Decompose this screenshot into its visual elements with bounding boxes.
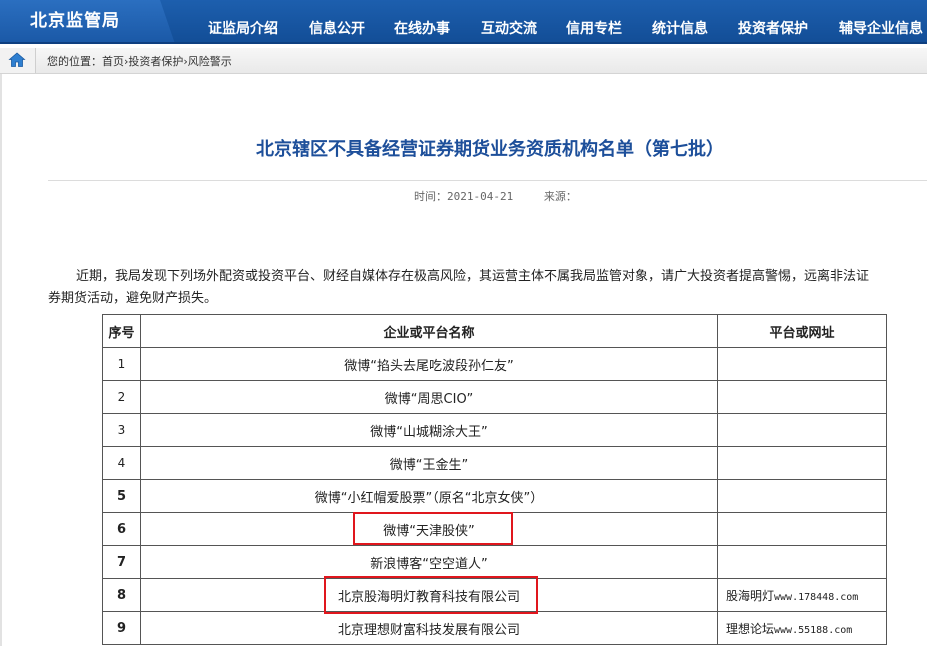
table-row: 9 北京理想财富科技发展有限公司 理想论坛www.55188.com — [102, 611, 887, 645]
table-row: 1 微博“掐头去尾吃波段孙仁友” — [102, 347, 887, 381]
header-number: 序号 — [102, 314, 141, 348]
nav-item-credit[interactable]: 信用专栏 — [566, 18, 622, 38]
nav-item-about[interactable]: 证监局介绍 — [208, 18, 278, 38]
row-name: 微博“掐头去尾吃波段孙仁友” — [140, 347, 718, 381]
nav-item-investor[interactable]: 投资者保护 — [738, 18, 808, 38]
row-name: 微博“天津股侠” — [140, 512, 718, 546]
nav-divider — [0, 42, 927, 44]
row-name: 北京理想财富科技发展有限公司 — [140, 611, 718, 645]
header-name: 企业或平台名称 — [140, 314, 718, 348]
row-site — [717, 479, 887, 513]
row-name: 北京股海明灯教育科技有限公司 — [140, 578, 718, 612]
nav-item-disclosure[interactable]: 信息公开 — [309, 18, 365, 38]
table-row: 7 新浪博客“空空道人” — [102, 545, 887, 579]
table-row: 5 微博“小红帽爱股票”（原名“北京女侠”） — [102, 479, 887, 513]
table-row: 3 微博“山城糊涂大王” — [102, 413, 887, 447]
site-logo[interactable]: 北京监管局 — [30, 6, 120, 31]
row-name: 微博“小红帽爱股票”（原名“北京女侠”） — [140, 479, 718, 513]
nav-item-online[interactable]: 在线办事 — [394, 18, 450, 38]
row-number: 9 — [102, 611, 141, 645]
nav-item-interaction[interactable]: 互动交流 — [481, 18, 537, 38]
row-number: 8 — [102, 578, 141, 612]
table-row: 2 微博“周思CIO” — [102, 380, 887, 414]
row-number: 3 — [102, 413, 141, 447]
row-site: 理想论坛www.55188.com — [717, 611, 887, 645]
title-divider — [48, 180, 927, 181]
row-name: 新浪博客“空空道人” — [140, 545, 718, 579]
home-icon — [8, 52, 26, 67]
row-site — [717, 446, 887, 480]
row-number: 1 — [102, 347, 141, 381]
row-site — [717, 512, 887, 546]
breadcrumb-bar: 您的位置：首页›投资者保护›风险警示 — [0, 48, 927, 74]
row-site — [717, 347, 887, 381]
header-site: 平台或网址 — [717, 314, 887, 348]
institution-table: 序号 企业或平台名称 平台或网址 1 微博“掐头去尾吃波段孙仁友” 2 微博“周… — [102, 314, 887, 645]
table-header-row: 序号 企业或平台名称 平台或网址 — [102, 314, 887, 348]
row-site — [717, 413, 887, 447]
intro-line-2: 券期货活动，避免财产损失。 — [48, 291, 218, 306]
row-name: 微博“山城糊涂大王” — [140, 413, 718, 447]
intro-line-1: 近期，我局发现下列场外配资或投资平台、财经自媒体存在极高风险，其运营主体不属我局… — [76, 269, 870, 284]
site-url[interactable]: www.55188.com — [774, 625, 852, 636]
nav-item-guidance[interactable]: 辅导企业信息 — [839, 18, 923, 38]
article-title: 北京辖区不具备经营证券期货业务资质机构名单（第七批） — [256, 139, 724, 160]
row-site — [717, 545, 887, 579]
row-site: 股海明灯www.178448.com — [717, 578, 887, 612]
article-meta: 时间：2021-04-21 来源： — [414, 188, 577, 204]
home-button[interactable] — [0, 48, 36, 73]
row-number: 2 — [102, 380, 141, 414]
breadcrumb: 您的位置：首页›投资者保护›风险警示 — [47, 55, 232, 68]
table-row: 4 微博“王金生” — [102, 446, 887, 480]
nav-item-statistics[interactable]: 统计信息 — [652, 18, 708, 38]
row-number: 6 — [102, 512, 141, 546]
row-site — [717, 380, 887, 414]
publish-time: 时间：2021-04-21 — [414, 190, 514, 203]
article-intro: 近期，我局发现下列场外配资或投资平台、财经自媒体存在极高风险，其运营主体不属我局… — [48, 266, 869, 310]
row-name: 微博“周思CIO” — [140, 380, 718, 414]
site-name: 股海明灯 — [726, 588, 775, 603]
row-number: 4 — [102, 446, 141, 480]
table-row: 6 微博“天津股侠” — [102, 512, 887, 546]
row-number: 7 — [102, 545, 141, 579]
table-row: 8 北京股海明灯教育科技有限公司 股海明灯www.178448.com — [102, 578, 887, 612]
row-name: 微博“王金生” — [140, 446, 718, 480]
site-url[interactable]: www.178448.com — [774, 592, 858, 603]
site-name: 理想论坛 — [726, 621, 775, 636]
top-navigation-bar: 北京监管局 证监局介绍 信息公开 在线办事 互动交流 信用专栏 统计信息 投资者… — [0, 0, 927, 44]
row-number: 5 — [102, 479, 141, 513]
source-label: 来源： — [543, 190, 577, 203]
